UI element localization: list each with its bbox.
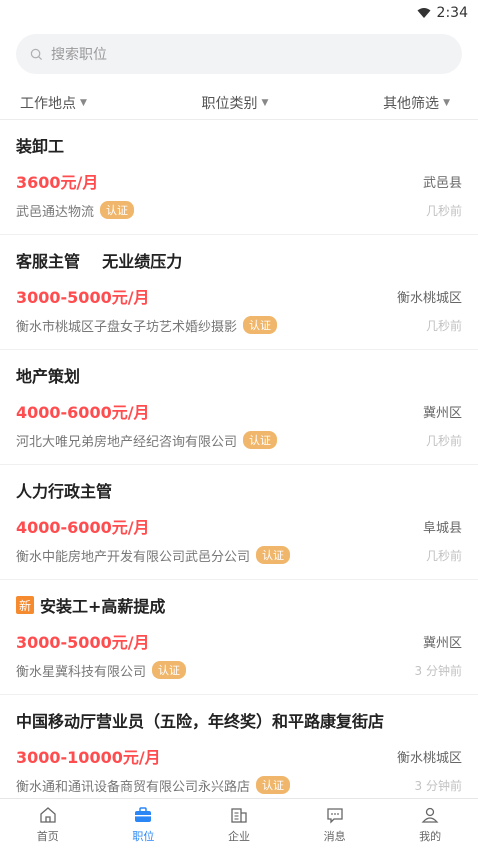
job-location: 冀州区 (422, 405, 462, 421)
job-location: 阜城县 (422, 520, 462, 536)
job-card[interactable]: 新 安装工+高薪提成 3000-5000元/月 冀州区 衡水星冀科技有限公司 认证… (0, 580, 478, 695)
post-time: 几秒前 (425, 548, 462, 563)
tab-profile[interactable]: 我的 (395, 799, 465, 850)
message-icon (326, 808, 343, 824)
filter-job-category[interactable]: 职位类别 ▼ (202, 93, 269, 113)
tab-label: 职位 (132, 830, 155, 843)
company-name: 衡水中能房地产开发有限公司武邑分公司 认证 (16, 546, 291, 565)
filter-other[interactable]: 其他筛选 ▼ (383, 93, 450, 113)
tab-label: 我的 (419, 830, 442, 843)
tab-label: 企业 (227, 830, 250, 843)
job-location: 冀州区 (422, 635, 462, 651)
job-salary: 3000-5000元/月 (16, 633, 150, 652)
job-title: 装卸工 (16, 137, 65, 156)
tab-label: 首页 (36, 830, 59, 843)
tab-companies[interactable]: 企业 (204, 799, 274, 850)
wifi-icon (417, 8, 431, 18)
job-location: 武邑县 (422, 175, 462, 191)
home-icon (40, 807, 56, 823)
job-title: 地产策划 (16, 367, 81, 386)
search-icon (30, 48, 43, 60)
filter-bar: 工作地点 ▼ 职位类别 ▼ 其他筛选 ▼ (0, 86, 478, 120)
search-input[interactable]: 搜索职位 (16, 34, 462, 74)
job-location: 衡水桃城区 (396, 290, 462, 306)
job-salary: 3000-5000元/月 (16, 288, 150, 307)
status-time: 2:34 (436, 5, 468, 21)
company-name: 衡水通和通讯设备商贸有限公司永兴路店 认证 (16, 776, 291, 795)
search-placeholder: 搜索职位 (51, 47, 107, 63)
job-title: 新 安装工+高薪提成 (16, 594, 462, 616)
tab-home[interactable]: 首页 (13, 799, 83, 850)
filter-label: 其他筛选 (383, 96, 440, 112)
verified-badge: 认证 (256, 776, 291, 794)
job-salary: 3000-10000元/月 (16, 748, 161, 767)
job-title: 中国移动厅营业员（五险，年终奖）和平路康复街店 (16, 712, 385, 731)
verified-badge: 认证 (256, 546, 291, 564)
tab-label: 消息 (323, 830, 346, 843)
briefcase-icon (135, 807, 152, 822)
job-card[interactable]: 中国移动厅营业员（五险，年终奖）和平路康复街店 3000-10000元/月 衡水… (0, 695, 478, 810)
job-salary: 3600元/月 (16, 173, 99, 192)
job-salary: 4000-6000元/月 (16, 518, 150, 537)
filter-work-location[interactable]: 工作地点 ▼ (20, 93, 87, 113)
job-card[interactable]: 客服主管 无业绩压力 3000-5000元/月 衡水桃城区 衡水市桃城区子盘女子… (0, 235, 478, 350)
tab-jobs[interactable]: 职位 (108, 799, 178, 850)
job-list: 装卸工 3600元/月 武邑县 武邑通达物流 认证 几秒前 客服主管 无业绩压力 … (0, 120, 478, 810)
verified-badge: 认证 (243, 316, 278, 334)
user-icon (421, 807, 439, 823)
job-card[interactable]: 人力行政主管 4000-6000元/月 阜城县 衡水中能房地产开发有限公司武邑分… (0, 465, 478, 580)
job-salary: 4000-6000元/月 (16, 403, 150, 422)
job-title: 人力行政主管 (16, 482, 113, 501)
status-bar: 2:34 (0, 0, 478, 26)
post-time: 几秒前 (425, 318, 462, 333)
job-location: 衡水桃城区 (396, 750, 462, 766)
verified-badge: 认证 (100, 201, 135, 219)
post-time: 几秒前 (425, 203, 462, 218)
caret-down-icon: ▼ (443, 98, 450, 108)
tab-messages[interactable]: 消息 (300, 799, 370, 850)
bottom-tab-bar: 首页 职位 企业 消息 我的 (0, 798, 478, 850)
job-card[interactable]: 装卸工 3600元/月 武邑县 武邑通达物流 认证 几秒前 (0, 120, 478, 235)
job-title: 客服主管 无业绩压力 (16, 252, 183, 271)
post-time: 3 分钟前 (414, 663, 462, 678)
company-name: 衡水星冀科技有限公司 认证 (16, 661, 187, 680)
company-name: 衡水市桃城区子盘女子坊艺术婚纱摄影 认证 (16, 316, 278, 335)
job-card[interactable]: 地产策划 4000-6000元/月 冀州区 河北大唯兄弟房地产经纪咨询有限公司认… (0, 350, 478, 465)
building-icon (231, 808, 247, 823)
post-time: 3 分钟前 (414, 778, 462, 793)
verified-badge: 认证 (243, 431, 278, 449)
caret-down-icon: ▼ (80, 98, 87, 108)
verified-badge: 认证 (152, 661, 187, 679)
company-name: 武邑通达物流 认证 (16, 201, 135, 220)
new-badge: 新 (16, 596, 34, 614)
filter-label: 职位类别 (201, 96, 258, 112)
filter-label: 工作地点 (20, 96, 76, 112)
company-name: 河北大唯兄弟房地产经纪咨询有限公司 认证 (16, 431, 278, 450)
caret-down-icon: ▼ (261, 98, 269, 108)
post-time: 几秒前 (425, 433, 462, 448)
